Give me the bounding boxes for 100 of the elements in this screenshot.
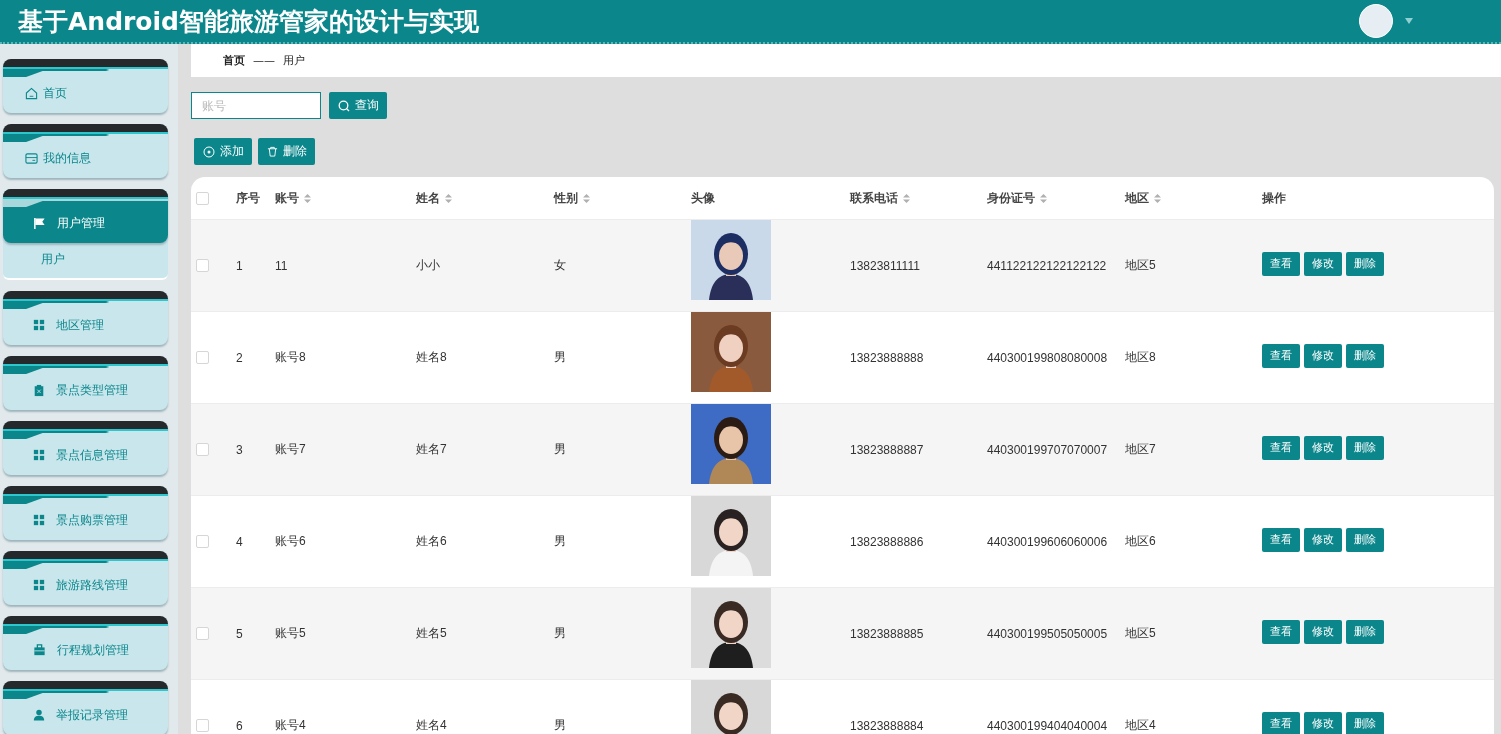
- add-circle-icon: [203, 145, 215, 158]
- submenu-item[interactable]: 用户: [41, 252, 65, 266]
- grid-icon: [33, 319, 45, 331]
- row-action-button[interactable]: 查看: [1262, 251, 1300, 276]
- add-button[interactable]: 添加: [194, 138, 252, 165]
- table-cell: 姓名4: [416, 718, 447, 732]
- column-header[interactable]: 姓名: [416, 189, 440, 207]
- checkbox[interactable]: [196, 191, 209, 205]
- sidebar-item[interactable]: 景点购票管理: [3, 486, 168, 540]
- search-button[interactable]: 查询: [329, 92, 387, 119]
- row-action-button[interactable]: 修改: [1304, 251, 1342, 276]
- row-action-button[interactable]: 删除: [1346, 343, 1384, 368]
- table-cell: 4: [236, 534, 243, 549]
- row-action-button[interactable]: 查看: [1262, 619, 1300, 644]
- row-action-button[interactable]: 查看: [1262, 527, 1300, 552]
- table-cell: 地区6: [1125, 534, 1156, 548]
- table-cell: 13823811111: [850, 258, 920, 273]
- row-action-button[interactable]: 修改: [1304, 435, 1342, 460]
- table-cell: 13823888884: [850, 718, 924, 733]
- column-header[interactable]: 账号: [275, 189, 299, 207]
- table-cell: 账号4: [275, 718, 306, 732]
- grid-icon: [33, 449, 45, 461]
- sidebar-item[interactable]: 景点类型管理: [3, 356, 168, 410]
- caret-icon[interactable]: [1405, 18, 1413, 24]
- row-action-button[interactable]: 查看: [1262, 343, 1300, 368]
- briefcase-icon: [33, 644, 46, 656]
- clipboard-icon: [33, 383, 45, 397]
- user-icon: [33, 709, 45, 721]
- sidebar-item[interactable]: 我的信息: [3, 124, 168, 178]
- checkbox[interactable]: [196, 259, 209, 272]
- checkbox[interactable]: [196, 443, 209, 456]
- table-cell: 地区8: [1125, 350, 1156, 364]
- row-action-button[interactable]: 修改: [1304, 527, 1342, 552]
- column-header[interactable]: 性别: [554, 189, 578, 207]
- app-title: 基于Android智能旅游管家的设计与实现: [18, 5, 480, 38]
- sidebar-item[interactable]: 用户管理: [3, 189, 168, 243]
- column-header[interactable]: 联系电话: [850, 189, 898, 207]
- sidebar-item[interactable]: 旅游路线管理: [3, 551, 168, 605]
- delete-button[interactable]: 删除: [258, 138, 315, 165]
- row-action-button[interactable]: 删除: [1346, 711, 1384, 734]
- grid-icon: [33, 514, 45, 526]
- table-cell: 账号8: [275, 350, 306, 364]
- column-header[interactable]: 地区: [1125, 189, 1149, 207]
- table-cell: 地区7: [1125, 442, 1156, 456]
- table-cell: 13823888886: [850, 534, 924, 549]
- table-cell: 6: [236, 718, 243, 733]
- table-cell: 13823888887: [850, 442, 924, 457]
- sidebar-item[interactable]: 举报记录管理: [3, 681, 168, 734]
- table-cell: 姓名7: [416, 442, 447, 456]
- checkbox[interactable]: [196, 351, 209, 364]
- checkbox[interactable]: [196, 627, 209, 640]
- home-icon: [25, 86, 38, 100]
- grid-icon: [33, 579, 45, 591]
- breadcrumb-link[interactable]: 首页: [223, 53, 245, 68]
- sidebar-item[interactable]: 首页: [3, 59, 168, 113]
- row-action-button[interactable]: 查看: [1262, 711, 1300, 734]
- table-cell: 441122122122122122: [987, 258, 1107, 273]
- flag-icon: [33, 216, 46, 230]
- table-cell: 13823888885: [850, 626, 924, 641]
- table-cell: 地区4: [1125, 718, 1156, 732]
- table-cell: 13823888888: [850, 350, 924, 365]
- table-cell: 女: [554, 258, 566, 272]
- table-cell: 账号7: [275, 442, 306, 456]
- sort-icon[interactable]: [445, 193, 452, 203]
- table-cell: 地区5: [1125, 626, 1156, 640]
- sort-icon[interactable]: [304, 193, 311, 203]
- row-action-button[interactable]: 删除: [1346, 527, 1384, 552]
- table-cell: 440300199808080008: [987, 350, 1108, 365]
- sidebar-item[interactable]: 景点信息管理: [3, 421, 168, 475]
- sort-icon[interactable]: [1154, 193, 1161, 203]
- checkbox[interactable]: [196, 535, 209, 548]
- sidebar-item[interactable]: 行程规划管理: [3, 616, 168, 670]
- table-cell: 2: [236, 350, 243, 365]
- sort-icon[interactable]: [903, 193, 910, 203]
- row-action-button[interactable]: 修改: [1304, 711, 1342, 734]
- table-cell: 440300199505050005: [987, 626, 1108, 641]
- user-avatar[interactable]: [1359, 4, 1393, 38]
- trash-icon: [267, 146, 278, 157]
- table-cell: 1: [236, 258, 243, 273]
- row-action-button[interactable]: 删除: [1346, 435, 1384, 460]
- table-cell: 账号6: [275, 534, 306, 548]
- table-cell: 440300199404040004: [987, 718, 1108, 733]
- sidebar-item[interactable]: 地区管理: [3, 291, 168, 345]
- row-action-button[interactable]: 修改: [1304, 619, 1342, 644]
- row-action-button[interactable]: 删除: [1346, 619, 1384, 644]
- table-cell: 440300199707070007: [987, 442, 1108, 457]
- column-header: 操作: [1262, 189, 1286, 207]
- row-action-button[interactable]: 修改: [1304, 343, 1342, 368]
- column-header[interactable]: 身份证号: [987, 189, 1035, 207]
- sort-icon[interactable]: [1040, 193, 1047, 203]
- table-cell: 地区5: [1125, 258, 1156, 272]
- table-cell: 5: [236, 626, 243, 641]
- table-cell: 男: [554, 350, 566, 364]
- checkbox[interactable]: [196, 719, 209, 732]
- sort-icon[interactable]: [583, 193, 590, 203]
- row-action-button[interactable]: 删除: [1346, 251, 1384, 276]
- table-cell: 11: [275, 258, 288, 273]
- row-action-button[interactable]: 查看: [1262, 435, 1300, 460]
- search-field[interactable]: 账号: [191, 92, 321, 119]
- column-header: 序号: [236, 189, 260, 207]
